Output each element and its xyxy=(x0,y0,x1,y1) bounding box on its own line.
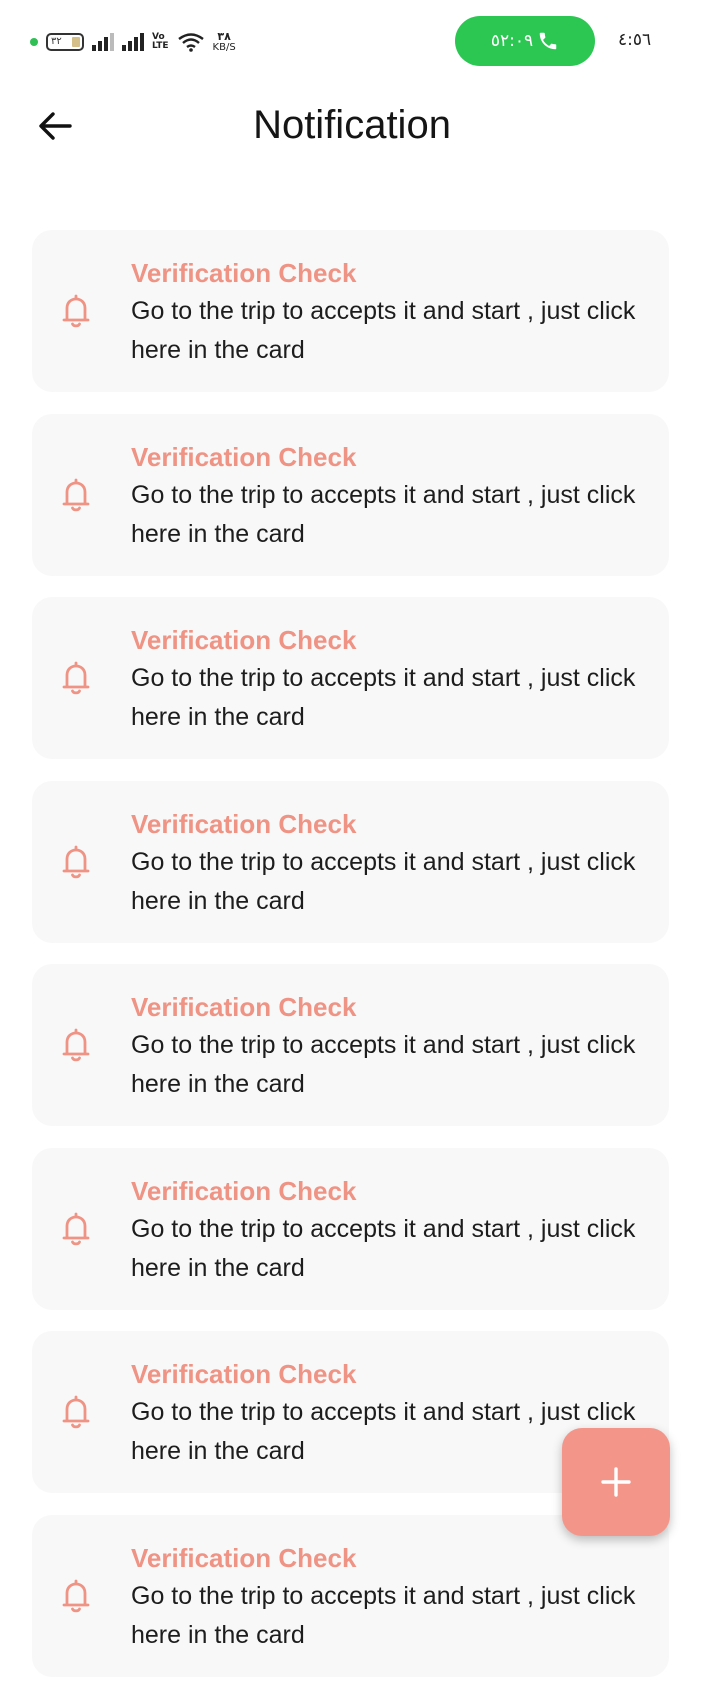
notification-title: Verification Check xyxy=(131,992,357,1022)
add-fab-button[interactable] xyxy=(562,1428,670,1536)
notification-title: Verification Check xyxy=(131,1542,357,1573)
wifi-icon xyxy=(177,33,204,52)
network-speed: ٣٨ KB/S xyxy=(213,31,236,53)
page-title: Notification xyxy=(253,103,451,147)
notification-card[interactable]: Verification Check Go to the trip to acc… xyxy=(32,597,669,759)
notification-body: Go to the trip to accepts it and start ,… xyxy=(131,847,636,915)
plus-icon xyxy=(601,1467,631,1497)
volte-icon: Vo LTE xyxy=(152,33,169,51)
notification-body: Go to the trip to accepts it and start ,… xyxy=(131,1031,636,1098)
notification-card[interactable]: Verification Check Go to the trip to acc… xyxy=(32,964,669,1126)
speed-unit: KB/S xyxy=(212,42,236,53)
bell-icon xyxy=(62,661,90,695)
status-icons: ٣٢ Vo LTE ٣٨ KB/S xyxy=(30,28,236,56)
bell-icon xyxy=(62,1212,90,1245)
notification-title: Verification Check xyxy=(131,1175,357,1206)
notification-card[interactable]: Verification Check Go to the trip to acc… xyxy=(32,413,669,576)
notification-title: Verification Check xyxy=(131,808,357,839)
notification-card[interactable]: Verification Check Go to the trip to acc… xyxy=(32,1514,669,1677)
bell-icon xyxy=(62,478,90,511)
bell-icon xyxy=(62,845,90,878)
app-bar: Notification xyxy=(0,84,716,164)
ongoing-call-pill[interactable]: ٥٢:٠٩ xyxy=(455,16,595,66)
activity-dot-icon xyxy=(30,38,38,46)
speed-value: ٣٨ xyxy=(217,30,231,43)
status-clock: ٤:٥٦ xyxy=(618,30,652,50)
notification-title: Verification Check xyxy=(131,441,357,472)
notification-body: Go to the trip to accepts it and start ,… xyxy=(131,480,636,548)
notification-title: Verification Check xyxy=(131,1359,357,1389)
notification-card[interactable]: Verification Check Go to the trip to acc… xyxy=(32,1147,669,1310)
bell-icon xyxy=(62,1579,90,1612)
notification-body: Go to the trip to accepts it and start ,… xyxy=(131,1581,636,1649)
battery-icon: ٣٢ xyxy=(46,33,84,51)
notification-body: Go to the trip to accepts it and start ,… xyxy=(131,297,636,364)
bell-icon xyxy=(62,1028,90,1062)
signal-sim1-icon xyxy=(92,33,114,51)
notification-card[interactable]: Verification Check Go to the trip to acc… xyxy=(32,780,669,943)
bell-icon xyxy=(62,1395,90,1429)
notification-title: Verification Check xyxy=(131,258,357,288)
bell-icon xyxy=(62,294,90,328)
status-bar: ٣٢ Vo LTE ٣٨ KB/S ٥٢:٠٩ ٤:٥٦ xyxy=(0,0,716,84)
notification-card[interactable]: Verification Check Go to the trip to acc… xyxy=(32,230,669,392)
call-timer: ٥٢:٠٩ xyxy=(490,31,534,51)
phone-icon xyxy=(539,32,557,50)
notification-body: Go to the trip to accepts it and start ,… xyxy=(131,1214,636,1282)
signal-sim2-icon xyxy=(122,33,144,51)
notification-title: Verification Check xyxy=(131,625,357,655)
volte-line2: LTE xyxy=(152,41,169,51)
battery-level: ٣٢ xyxy=(51,36,62,47)
notification-body: Go to the trip to accepts it and start ,… xyxy=(131,664,636,731)
